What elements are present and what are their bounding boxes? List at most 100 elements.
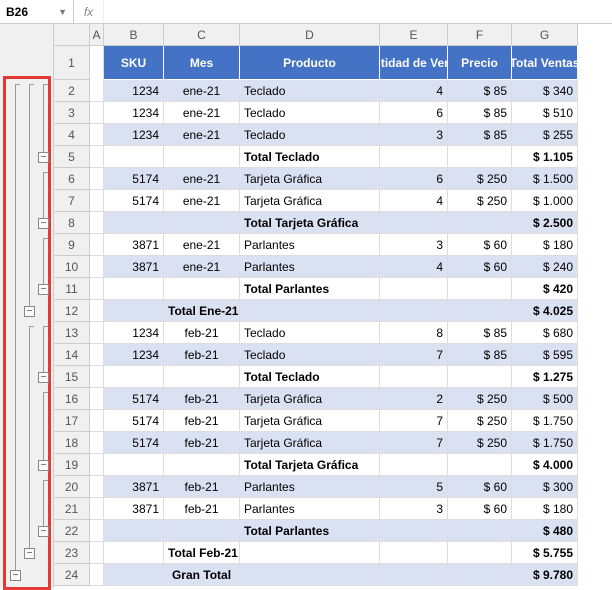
cell-mes[interactable] <box>164 454 240 476</box>
cell-cantidad[interactable]: 7 <box>380 344 448 366</box>
row-header[interactable]: 23 <box>54 542 90 564</box>
cell[interactable] <box>90 476 104 498</box>
cell-cantidad[interactable]: 2 <box>380 388 448 410</box>
cell-total[interactable]: $ 4.025 <box>512 300 578 322</box>
row-header[interactable]: 12 <box>54 300 90 322</box>
row-header[interactable]: 15 <box>54 366 90 388</box>
cell-precio[interactable] <box>448 212 512 234</box>
header-mes[interactable]: Mes <box>164 46 240 80</box>
cell-sku[interactable] <box>104 366 164 388</box>
cell-cantidad[interactable]: 7 <box>380 410 448 432</box>
col-header-c[interactable]: C <box>164 24 240 46</box>
cell-precio[interactable]: $ 250 <box>448 410 512 432</box>
outline-collapse-button[interactable]: − <box>38 152 49 163</box>
cell-mes[interactable]: ene-21 <box>164 80 240 102</box>
header-producto[interactable]: Producto <box>240 46 380 80</box>
cell-mes[interactable]: ene-21 <box>164 190 240 212</box>
cell-cantidad[interactable]: 3 <box>380 124 448 146</box>
row-header[interactable]: 17 <box>54 410 90 432</box>
cell-total[interactable]: $ 2.500 <box>512 212 578 234</box>
formula-input[interactable] <box>104 0 612 23</box>
header-sku[interactable]: SKU <box>104 46 164 80</box>
cell-total[interactable]: $ 4.000 <box>512 454 578 476</box>
row-header[interactable]: 7 <box>54 190 90 212</box>
cell[interactable] <box>90 388 104 410</box>
cell-producto[interactable]: Total Tarjeta Gráfica <box>240 212 380 234</box>
cell-cantidad[interactable]: 4 <box>380 256 448 278</box>
cell[interactable] <box>90 344 104 366</box>
cell-mes[interactable]: ene-21 <box>164 168 240 190</box>
cell-sku[interactable]: 1234 <box>104 124 164 146</box>
cell-precio[interactable]: $ 85 <box>448 102 512 124</box>
cell-cantidad[interactable] <box>380 278 448 300</box>
col-header-g[interactable]: G <box>512 24 578 46</box>
row-header[interactable]: 19 <box>54 454 90 476</box>
row-header[interactable]: 18 <box>54 432 90 454</box>
cell-sku[interactable]: 1234 <box>104 80 164 102</box>
cell-producto[interactable]: Parlantes <box>240 234 380 256</box>
header-cantidad[interactable]: Cantidad de Ventas <box>380 46 448 80</box>
cell-cantidad[interactable] <box>380 564 448 586</box>
cell-precio[interactable]: $ 250 <box>448 388 512 410</box>
cell-cantidad[interactable] <box>380 300 448 322</box>
cell-total[interactable]: $ 595 <box>512 344 578 366</box>
cell-producto[interactable]: Teclado <box>240 322 380 344</box>
cell-mes[interactable]: Gran Total <box>164 564 240 586</box>
cell-cantidad[interactable]: 7 <box>380 432 448 454</box>
outline-collapse-button[interactable]: − <box>38 372 49 383</box>
cell-sku[interactable]: 3871 <box>104 476 164 498</box>
cell[interactable] <box>90 432 104 454</box>
cell-sku[interactable]: 5174 <box>104 190 164 212</box>
cell-mes[interactable]: Total Ene-21 <box>164 300 240 322</box>
cell-total[interactable]: $ 180 <box>512 498 578 520</box>
cell-precio[interactable]: $ 85 <box>448 124 512 146</box>
cell-precio[interactable]: $ 85 <box>448 80 512 102</box>
cell-sku[interactable] <box>104 542 164 564</box>
cell-mes[interactable]: feb-21 <box>164 388 240 410</box>
cell-producto[interactable]: Tarjeta Gráfica <box>240 410 380 432</box>
row-header[interactable]: 16 <box>54 388 90 410</box>
cell-cantidad[interactable]: 4 <box>380 190 448 212</box>
cell[interactable] <box>90 168 104 190</box>
cell-precio[interactable] <box>448 520 512 542</box>
cell-sku[interactable]: 5174 <box>104 410 164 432</box>
select-all-corner[interactable] <box>54 24 90 46</box>
cell[interactable] <box>90 520 104 542</box>
cell[interactable] <box>90 234 104 256</box>
cell[interactable] <box>90 454 104 476</box>
outline-collapse-button[interactable]: − <box>38 460 49 471</box>
outline-collapse-button[interactable]: − <box>24 306 35 317</box>
cell-precio[interactable] <box>448 564 512 586</box>
cell-precio[interactable]: $ 85 <box>448 322 512 344</box>
cell-total[interactable]: $ 1.105 <box>512 146 578 168</box>
cell[interactable] <box>90 46 104 80</box>
cell-producto[interactable]: Parlantes <box>240 256 380 278</box>
cell-sku[interactable] <box>104 564 164 586</box>
cell-sku[interactable]: 3871 <box>104 234 164 256</box>
cell-mes[interactable]: feb-21 <box>164 498 240 520</box>
cell-sku[interactable] <box>104 300 164 322</box>
cell-precio[interactable] <box>448 278 512 300</box>
col-header-f[interactable]: F <box>448 24 512 46</box>
cell-mes[interactable]: ene-21 <box>164 124 240 146</box>
cell-cantidad[interactable]: 3 <box>380 234 448 256</box>
row-header[interactable]: 20 <box>54 476 90 498</box>
row-header[interactable]: 9 <box>54 234 90 256</box>
row-header[interactable]: 14 <box>54 344 90 366</box>
row-header[interactable]: 10 <box>54 256 90 278</box>
header-total[interactable]: Total Ventas <box>512 46 578 80</box>
cell-producto[interactable]: Tarjeta Gráfica <box>240 190 380 212</box>
cell-producto[interactable]: Total Tarjeta Gráfica <box>240 454 380 476</box>
cell-producto[interactable]: Teclado <box>240 80 380 102</box>
cell-producto[interactable] <box>240 300 380 322</box>
cell-precio[interactable]: $ 60 <box>448 498 512 520</box>
cell-sku[interactable]: 3871 <box>104 256 164 278</box>
outline-collapse-button[interactable]: − <box>24 548 35 559</box>
cell-total[interactable]: $ 500 <box>512 388 578 410</box>
fx-label[interactable]: fx <box>74 0 104 23</box>
row-header[interactable]: 3 <box>54 102 90 124</box>
cell[interactable] <box>90 498 104 520</box>
cell-producto[interactable] <box>240 564 380 586</box>
cell-producto[interactable]: Tarjeta Gráfica <box>240 432 380 454</box>
cell[interactable] <box>90 80 104 102</box>
